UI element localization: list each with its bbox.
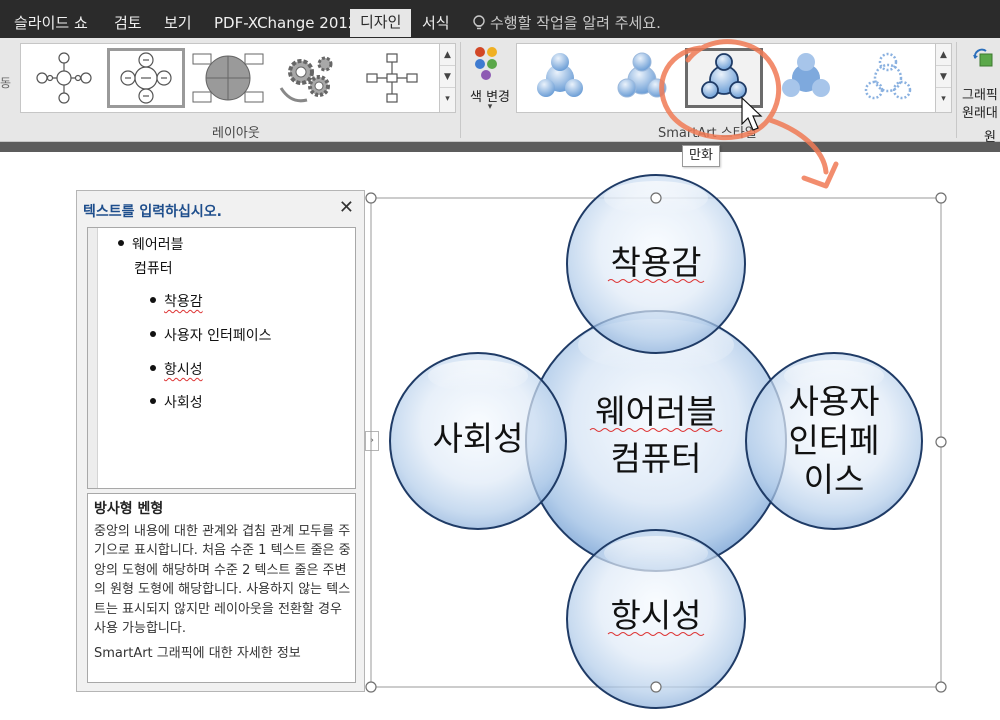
left-label: 사회성 [432, 419, 523, 458]
resize-handle[interactable] [935, 436, 947, 448]
resize-handle[interactable] [650, 681, 662, 693]
top-label: 착용감 [610, 243, 701, 282]
resize-handle[interactable] [935, 681, 947, 693]
resize-handle[interactable] [365, 681, 377, 693]
right-label-line1: 사용자 [788, 382, 879, 421]
bottom-label: 항시성 [610, 596, 701, 635]
powerpoint-window: 슬라이드 쇼 검토 보기 PDF-XChange 2012 디자인 서식 수행할… [0, 0, 1000, 720]
resize-handle[interactable] [935, 192, 947, 204]
right-label-line2: 인터페 [788, 421, 879, 460]
center-label-line2: 컴퓨터 [610, 439, 701, 478]
resize-handle[interactable] [365, 192, 377, 204]
resize-handle[interactable] [650, 192, 662, 204]
center-label-line1: 웨어러블 [595, 392, 716, 431]
smartart-diagram: 웨어러블 컴퓨터 착용감 사용자 인터페 이스 항시성 사회성 [365, 39, 947, 709]
right-label-line3: 이스 [804, 460, 865, 499]
mouse-cursor-icon [741, 96, 763, 131]
